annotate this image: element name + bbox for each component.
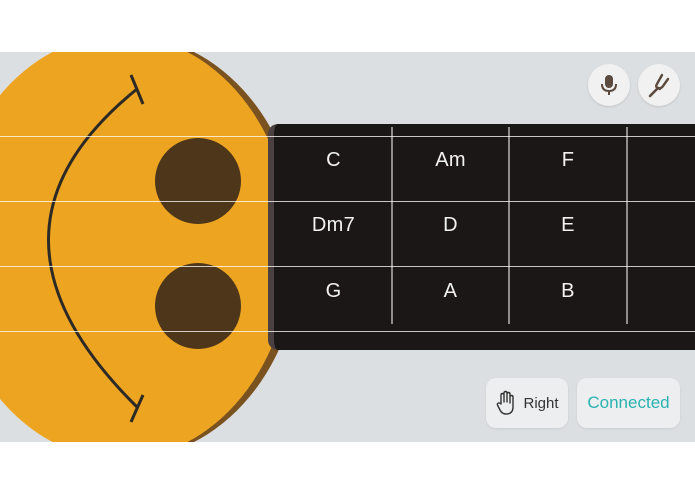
chord-grid: C Am F Dm7 D E G A B <box>276 127 695 347</box>
hand-toggle-button[interactable]: Right <box>486 378 568 428</box>
sound-hole-bottom <box>155 263 241 349</box>
microphone-button[interactable] <box>588 64 630 106</box>
chord-button-empty-3[interactable] <box>628 258 695 324</box>
microphone-icon <box>601 75 617 95</box>
chord-button-e[interactable]: E <box>510 193 628 258</box>
string-4[interactable] <box>0 331 695 332</box>
chord-button-a[interactable]: A <box>393 258 510 324</box>
ukulele-stage[interactable]: C Am F Dm7 D E G A B Right Connected <box>0 52 695 442</box>
connection-status-button[interactable]: Connected <box>577 378 680 428</box>
ukulele-body-face <box>0 52 292 442</box>
tuning-fork-icon <box>648 73 670 98</box>
chord-button-d[interactable]: D <box>393 193 510 258</box>
chord-button-empty-2[interactable] <box>628 193 695 258</box>
chord-button-dm7[interactable]: Dm7 <box>276 193 393 258</box>
tuner-button[interactable] <box>638 64 680 106</box>
sound-hole-top <box>155 138 241 224</box>
hand-toggle-label: Right <box>523 394 559 412</box>
hand-icon <box>497 390 515 415</box>
string-1[interactable] <box>0 136 695 137</box>
chord-button-g[interactable]: G <box>276 258 393 324</box>
chord-button-b[interactable]: B <box>510 258 628 324</box>
connection-status-label: Connected <box>587 393 670 412</box>
string-3[interactable] <box>0 266 695 267</box>
string-2[interactable] <box>0 201 695 202</box>
